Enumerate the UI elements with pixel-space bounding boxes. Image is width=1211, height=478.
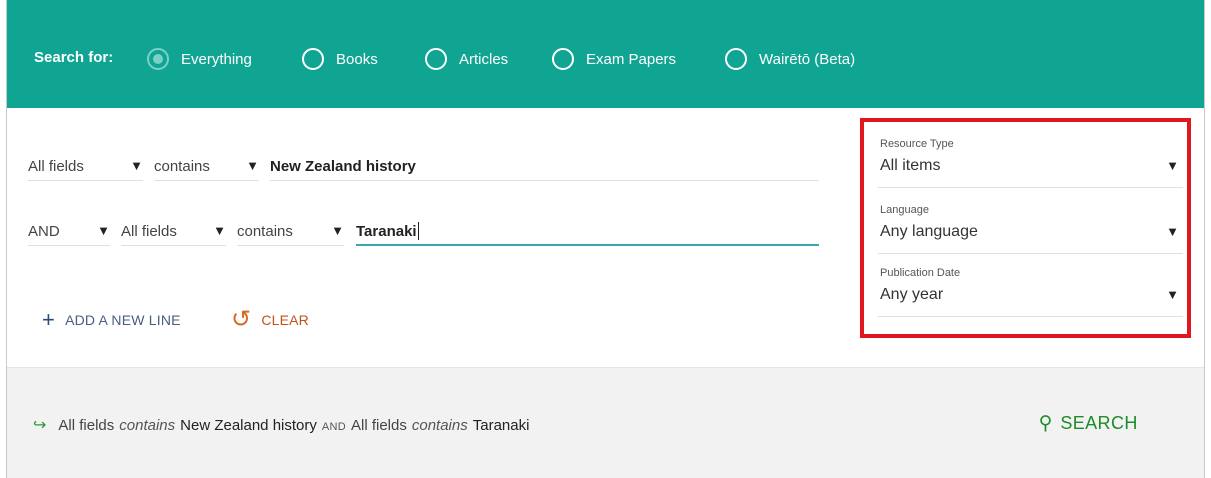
radio-label: Wairētō (Beta) — [759, 50, 856, 68]
line2-boolean-value: AND — [28, 223, 60, 240]
dropdown-arrow-icon: ▼ — [1166, 158, 1179, 173]
line2-operator-select[interactable]: contains ▼ — [237, 218, 344, 246]
line2-boolean-select[interactable]: AND ▼ — [28, 218, 110, 246]
line1-operator-select[interactable]: contains ▼ — [154, 153, 259, 181]
line2-field-select[interactable]: All fields ▼ — [121, 218, 226, 246]
undo-icon: ↺ — [231, 306, 252, 333]
summary-boolean: AND — [321, 421, 346, 433]
resource-type-value: All items — [880, 157, 941, 174]
search-button-label: SEARCH — [1060, 413, 1138, 433]
radio-unchecked-icon — [302, 48, 324, 70]
line1-operator-value: contains — [154, 158, 210, 175]
radio-articles[interactable]: Articles — [425, 47, 508, 71]
dropdown-arrow-icon: ▼ — [1166, 224, 1179, 239]
add-new-line-button[interactable]: + ADD A NEW LINE — [42, 308, 181, 332]
line2-search-input[interactable]: Taranaki — [356, 218, 819, 246]
radio-everything[interactable]: Everything — [147, 47, 252, 71]
dropdown-arrow-icon: ▼ — [213, 223, 226, 238]
radio-unchecked-icon — [552, 48, 574, 70]
radio-label: Exam Papers — [586, 50, 677, 68]
resource-type-select[interactable]: Resource Type All items ▼ — [878, 138, 1183, 188]
line2-input-value: Taranaki — [356, 222, 417, 240]
radio-wairetoo-beta[interactable]: Wairētō (Beta) — [725, 47, 855, 71]
summary-value-2: Taranaki — [472, 417, 530, 434]
radio-checked-icon — [147, 48, 169, 70]
search-icon: ⚲ — [1038, 413, 1053, 434]
summary-field-2: All fields — [351, 417, 407, 434]
language-value: Any language — [880, 223, 978, 240]
dropdown-arrow-icon: ▼ — [331, 223, 344, 238]
radio-unchecked-icon — [725, 48, 747, 70]
line1-field-value: All fields — [28, 158, 84, 175]
language-label: Language — [880, 204, 929, 216]
query-summary-bar: ↪ All fields contains New Zealand histor… — [7, 367, 1204, 478]
line2-operator-value: contains — [237, 223, 293, 240]
language-select[interactable]: Language Any language ▼ — [878, 204, 1183, 254]
advanced-search-panel: Search for: Everything Books Articles Ex… — [6, 0, 1205, 478]
clear-button[interactable]: ↺ CLEAR — [231, 308, 309, 332]
line1-input-value: New Zealand history — [270, 158, 416, 175]
resource-type-label: Resource Type — [880, 138, 954, 150]
plus-icon: + — [42, 307, 56, 332]
summary-operator-2: contains — [411, 417, 468, 434]
radio-unchecked-icon — [425, 48, 447, 70]
filters-panel-highlight: Resource Type All items ▼ Language Any l… — [860, 118, 1191, 338]
search-scope-bar: Search for: Everything Books Articles Ex… — [7, 0, 1204, 108]
radio-label: Articles — [459, 50, 509, 68]
dropdown-arrow-icon: ▼ — [130, 158, 143, 173]
search-for-label: Search for: — [34, 49, 114, 66]
summary-value-1: New Zealand history — [180, 417, 317, 434]
add-new-line-label: ADD A NEW LINE — [65, 312, 181, 328]
publication-date-label: Publication Date — [880, 267, 961, 279]
query-summary: ↪ All fields contains New Zealand histor… — [33, 415, 529, 435]
text-caret — [417, 222, 419, 240]
dropdown-arrow-icon: ▼ — [1166, 287, 1179, 302]
radio-label: Books — [336, 50, 378, 68]
line1-field-select[interactable]: All fields ▼ — [28, 153, 143, 181]
summary-operator-1: contains — [119, 417, 176, 434]
line1-search-input[interactable]: New Zealand history — [270, 153, 819, 181]
clear-label: CLEAR — [261, 312, 309, 328]
dropdown-arrow-icon: ▼ — [97, 223, 110, 238]
dropdown-arrow-icon: ▼ — [246, 158, 259, 173]
summary-field-1: All fields — [58, 417, 115, 434]
radio-exam-papers[interactable]: Exam Papers — [552, 47, 676, 71]
radio-label: Everything — [181, 50, 252, 68]
publication-date-value: Any year — [880, 286, 944, 303]
line2-field-value: All fields — [121, 223, 177, 240]
radio-books[interactable]: Books — [302, 47, 378, 71]
search-button[interactable]: ⚲ SEARCH — [1038, 412, 1138, 435]
arrow-right-icon: ↪ — [33, 417, 47, 434]
publication-date-select[interactable]: Publication Date Any year ▼ — [878, 267, 1183, 317]
